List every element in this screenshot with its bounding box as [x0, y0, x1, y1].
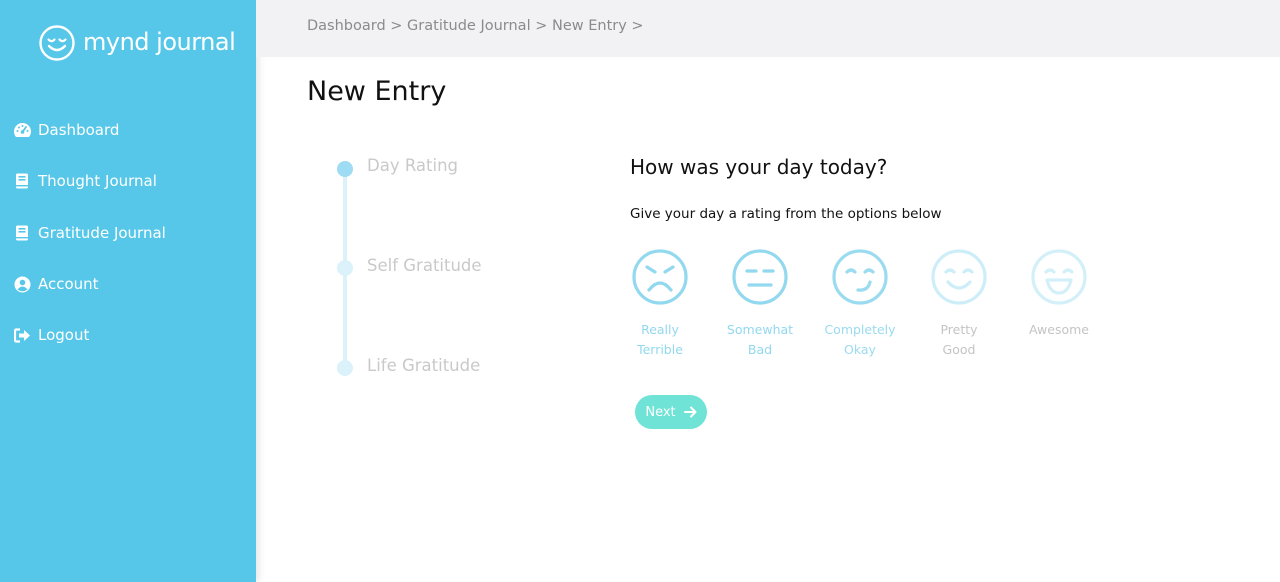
step-dot: [337, 360, 353, 376]
breadcrumb-separator: >: [631, 18, 644, 34]
step-dot-active: [337, 161, 353, 177]
step-dot: [337, 260, 353, 276]
sidebar-item-label: Thought Journal: [38, 172, 157, 190]
rating-pretty-good[interactable]: Pretty Good: [914, 248, 1004, 360]
sidebar-item-dashboard[interactable]: Dashboard: [12, 113, 119, 147]
sidebar-item-gratitude-journal[interactable]: Gratitude Journal: [12, 216, 166, 250]
smiley-logo-icon: [39, 25, 75, 61]
rating-label-line: Bad: [747, 342, 773, 357]
sidebar-item-label: Logout: [38, 326, 90, 344]
rating-label-line: Pretty: [940, 322, 978, 337]
rating-awesome[interactable]: Awesome: [1014, 248, 1104, 340]
breadcrumb-bar: Dashboard > Gratitude Journal > New Entr…: [256, 0, 1280, 57]
breadcrumb-item-gratitude-journal[interactable]: Gratitude Journal: [407, 18, 531, 34]
sidebar-item-account[interactable]: Account: [12, 267, 99, 301]
sidebar-item-label: Gratitude Journal: [38, 224, 166, 242]
brand-logo[interactable]: mynd journal: [38, 24, 236, 62]
rating-label-line: Good: [942, 342, 976, 357]
rating-label-line: Somewhat: [726, 322, 794, 337]
rating-completely-okay[interactable]: Completely Okay: [815, 248, 905, 360]
sidebar: mynd journal Dashboard Thought Journal G…: [0, 0, 256, 582]
rating-label-line: Okay: [844, 342, 876, 357]
breadcrumb-separator: >: [535, 18, 548, 34]
rating-label-line: Terrible: [637, 342, 683, 357]
breadcrumb-item-new-entry[interactable]: New Entry: [552, 18, 627, 34]
page-title: New Entry: [307, 76, 447, 107]
smirk-face-icon: [832, 249, 888, 305]
breadcrumb: Dashboard > Gratitude Journal > New Entr…: [307, 18, 644, 34]
smile-face-icon: [931, 249, 987, 305]
user-circle-icon: [12, 276, 32, 293]
meh-face-icon: [732, 249, 788, 305]
rating-really-terrible[interactable]: Really Terrible: [615, 248, 705, 360]
sidebar-item-logout[interactable]: Logout: [12, 318, 89, 352]
sidebar-item-label: Account: [38, 275, 99, 293]
book-icon: [12, 173, 32, 189]
sign-out-icon: [12, 327, 32, 343]
dashboard-gauge-icon: [12, 122, 32, 138]
rating-label-line: Completely: [824, 322, 896, 337]
sidebar-item-thought-journal[interactable]: Thought Journal: [12, 164, 157, 198]
rating-somewhat-bad[interactable]: Somewhat Bad: [715, 248, 805, 360]
very-sad-face-icon: [632, 249, 688, 305]
rating-label-line: Really: [641, 322, 679, 337]
grin-face-icon: [1031, 249, 1087, 305]
question-subtitle: Give your day a rating from the options …: [630, 206, 942, 222]
sidebar-item-label: Dashboard: [38, 121, 120, 139]
next-button-label: Next: [645, 404, 676, 420]
book-icon: [12, 225, 32, 241]
brand-name: mynd journal: [83, 28, 236, 56]
question-title: How was your day today?: [630, 155, 888, 179]
arrow-right-icon: [683, 406, 697, 418]
breadcrumb-item-dashboard[interactable]: Dashboard: [307, 18, 386, 34]
step-label-life-gratitude: Life Gratitude: [367, 356, 481, 375]
step-label-self-gratitude: Self Gratitude: [367, 256, 482, 275]
step-label-day-rating: Day Rating: [367, 156, 459, 175]
next-button[interactable]: Next: [635, 395, 707, 429]
breadcrumb-separator: >: [390, 18, 403, 34]
rating-label-line: Awesome: [1029, 322, 1089, 337]
